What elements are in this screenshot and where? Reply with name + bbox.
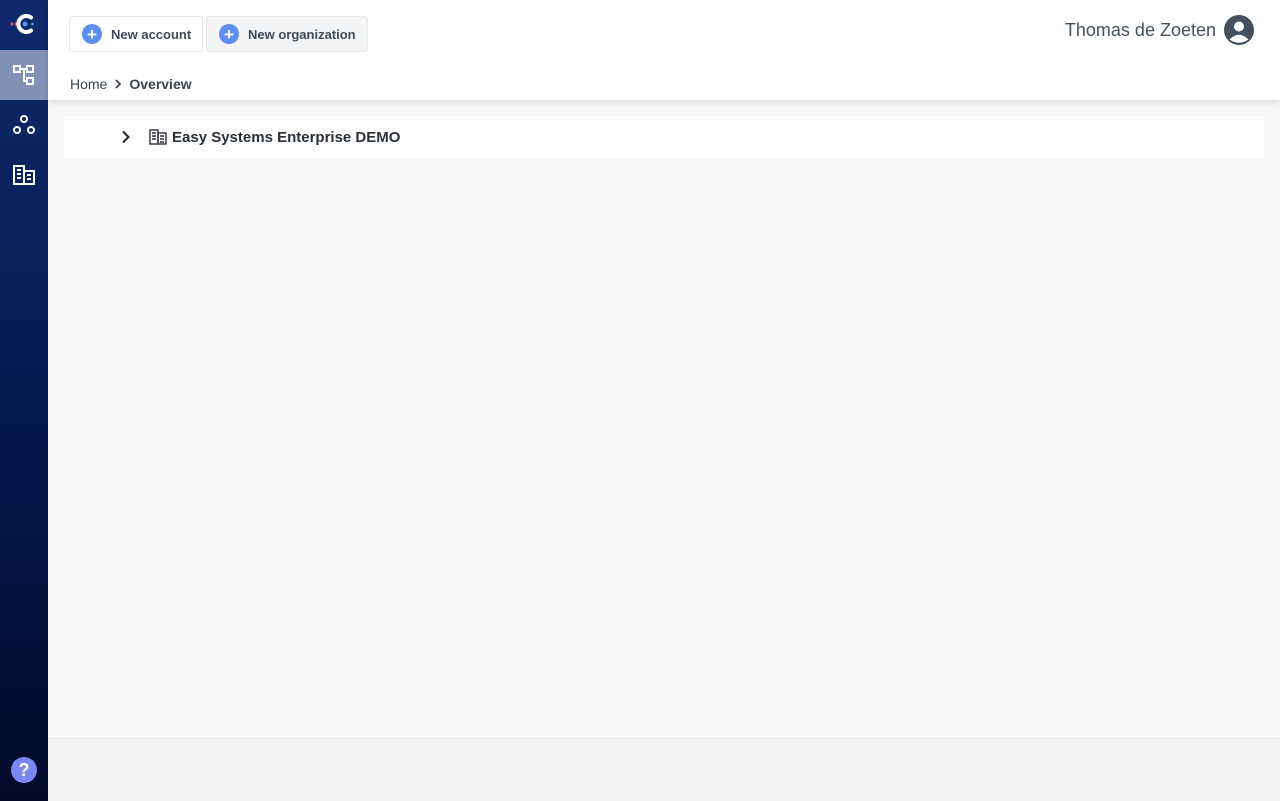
sidebar-item-groups[interactable] [0,100,48,150]
new-account-button[interactable]: + New account [69,16,204,52]
hierarchy-icon [13,65,34,85]
new-organization-label: New organization [248,26,356,42]
organization-icon [149,129,167,145]
footer [48,738,1280,801]
organization-icon [13,165,35,185]
sidebar: ? [0,0,48,801]
help-icon: ? [18,759,30,780]
chevron-right-icon[interactable] [118,129,134,145]
logo-icon[interactable] [0,0,48,48]
tree-item-label[interactable]: Easy Systems Enterprise DEMO [172,129,400,146]
new-organization-button[interactable]: + New organization [206,16,368,52]
breadcrumb-current: Overview [129,76,192,92]
plus-icon: + [219,24,239,44]
sidebar-item-hierarchy[interactable] [0,50,48,100]
user-avatar-icon [1224,15,1254,45]
header: + New account + New organization Thomas … [48,0,1280,100]
sidebar-item-organizations[interactable] [0,150,48,200]
plus-icon: + [82,24,102,44]
chevron-right-icon [115,79,122,89]
new-account-label: New account [111,26,192,42]
breadcrumb-home[interactable]: Home [70,76,107,92]
groups-icon [13,115,35,134]
breadcrumb: Home Overview [70,76,192,92]
user-name: Thomas de Zoeten [1064,19,1216,40]
user-menu[interactable]: Thomas de Zoeten [1065,15,1254,45]
help-button[interactable]: ? [11,757,37,783]
tree-row[interactable]: Easy Systems Enterprise DEMO [64,116,1264,159]
